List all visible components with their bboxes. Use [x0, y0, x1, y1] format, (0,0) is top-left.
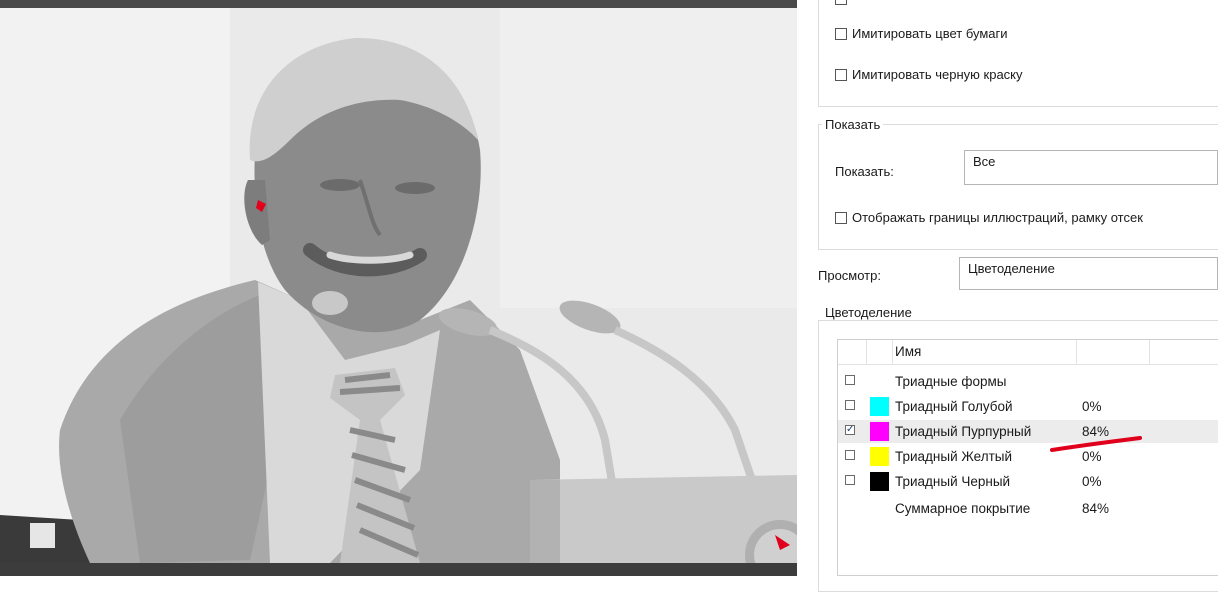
separations-group-title: Цветоделение	[822, 305, 915, 320]
simulate-paper-color-label: Имитировать цвет бумаги	[852, 26, 1008, 41]
preview-photo	[0, 8, 797, 563]
row-checkbox-checked[interactable]: ✓	[845, 425, 855, 435]
simulate-black-ink-label: Имитировать черную краску	[852, 67, 1023, 82]
table-header: Имя	[838, 340, 1218, 365]
total-coverage-label: Суммарное покрытие	[895, 501, 1031, 516]
row-name: Триадный Голубой	[895, 399, 1013, 414]
color-swatch	[870, 397, 889, 416]
preview-top-bar	[0, 0, 797, 8]
row-checkbox[interactable]	[845, 375, 855, 385]
separations-table: Имя Триадные формы Триадный Голубой 0% ✓…	[837, 339, 1218, 576]
row-name: Триадный Черный	[895, 474, 1011, 489]
simulation-group	[818, 0, 1218, 107]
simulate-black-ink-checkbox[interactable]	[835, 69, 847, 81]
show-group-title: Показать	[822, 117, 884, 132]
row-name: Триадный Желтый	[895, 449, 1013, 464]
total-coverage-value: 84%	[1082, 501, 1110, 516]
header-name-col[interactable]: Имя	[892, 340, 1077, 364]
row-checkbox[interactable]	[845, 450, 855, 460]
row-checkbox[interactable]	[845, 475, 855, 485]
show-art-boundaries-label: Отображать границы иллюстраций, рамку от…	[852, 210, 1143, 225]
separation-preview	[0, 0, 797, 576]
row-percent: 0%	[1082, 474, 1102, 489]
total-coverage-row: Суммарное покрытие 84%	[838, 497, 1218, 520]
simulate-paper-color-checkbox[interactable]	[835, 28, 847, 40]
show-select-value: Все	[973, 154, 996, 169]
row-checkbox[interactable]	[845, 400, 855, 410]
color-swatch	[870, 447, 889, 466]
row-percent: 0%	[1082, 399, 1102, 414]
table-row[interactable]: Триадные формы	[838, 370, 1218, 393]
show-label: Показать:	[835, 164, 894, 179]
table-row[interactable]: Триадный Черный 0%	[838, 470, 1218, 493]
preview-mode-value: Цветоделение	[968, 261, 1055, 276]
table-row-selected[interactable]: ✓ Триадный Пурпурный 84%	[838, 420, 1218, 443]
color-swatch	[870, 422, 889, 441]
header-name: Имя	[895, 344, 922, 359]
header-percent-col[interactable]	[1076, 340, 1150, 364]
row-name: Триадный Пурпурный	[895, 424, 1032, 439]
table-row[interactable]: Триадный Желтый 0%	[838, 445, 1218, 468]
preview-mode-select[interactable]: Цветоделение	[959, 257, 1218, 290]
header-swatch-col	[866, 340, 893, 364]
top-partial-checkbox[interactable]	[835, 0, 847, 5]
row-name: Триадные формы	[895, 374, 1007, 389]
header-check-col	[838, 340, 867, 364]
red-underline-annotation	[1050, 436, 1142, 452]
show-art-boundaries-checkbox[interactable]	[835, 212, 847, 224]
color-swatch	[870, 472, 889, 491]
show-group	[818, 124, 1218, 250]
preview-bottom-bar	[0, 563, 797, 576]
table-row[interactable]: Триадный Голубой 0%	[838, 395, 1218, 418]
show-select[interactable]: Все	[964, 150, 1218, 185]
preview-mode-label: Просмотр:	[818, 268, 881, 283]
